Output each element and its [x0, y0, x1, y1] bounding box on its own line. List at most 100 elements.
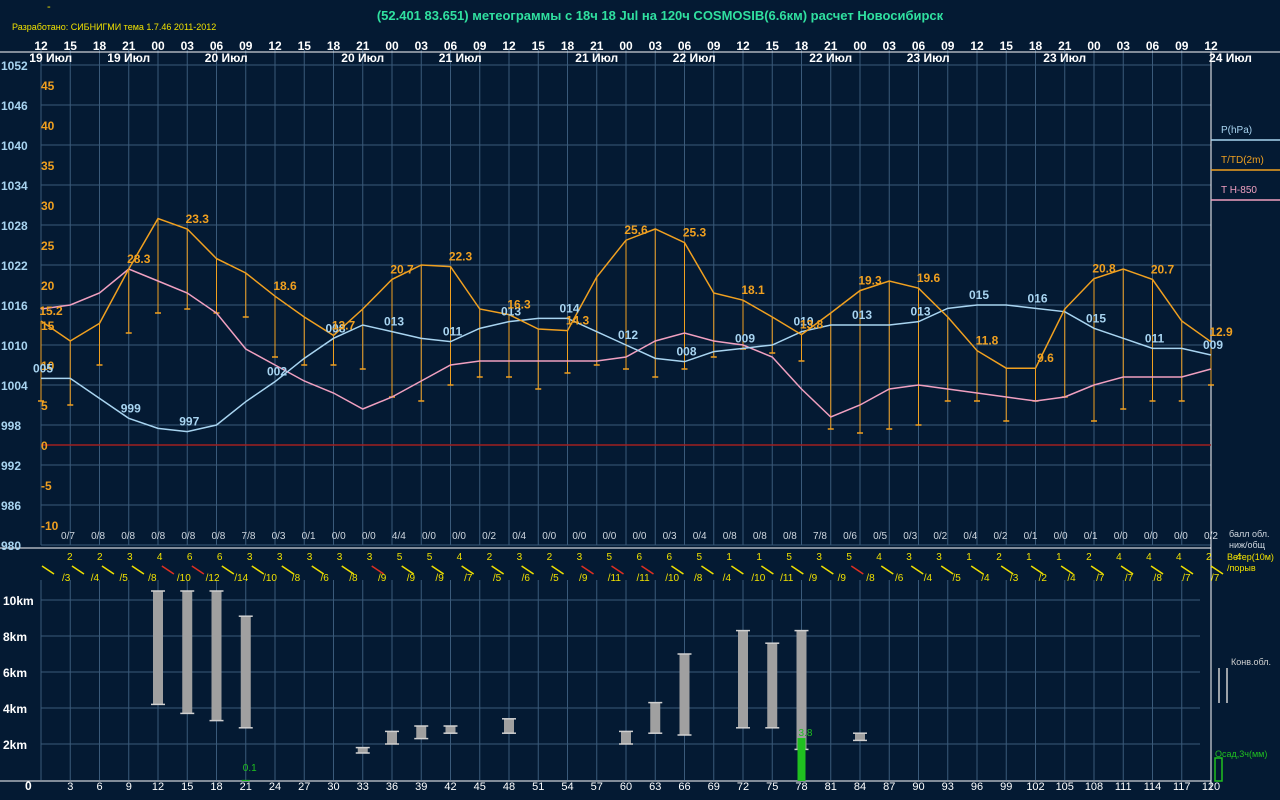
wind-speed-label: 5 [696, 552, 702, 563]
wind-speed-label: 5 [427, 552, 433, 563]
wind-arrow [221, 565, 235, 575]
wind-gust-label: /8 [292, 573, 301, 584]
precip-label: 0.1 [243, 763, 257, 774]
wind-gust-label: /14 [234, 573, 248, 584]
cloud-cover-label: 4/4 [392, 531, 406, 542]
hour-tick-label: 18 [93, 39, 107, 53]
cloud-cover-label: 0/2 [993, 531, 1007, 542]
hour-tick-label: 03 [181, 39, 195, 53]
cloud-cover-label: 0/3 [272, 531, 286, 542]
wind-gust-label: /7 [1096, 573, 1105, 584]
wind-speed-label: 2 [1206, 552, 1212, 563]
wind-gust-label: /4 [1067, 573, 1076, 584]
wind-speed-label: 5 [846, 552, 852, 563]
hour-tick-label: 03 [1117, 39, 1131, 53]
wind-speed-label: 4 [876, 552, 882, 563]
wind-caption: /порыв [1227, 563, 1256, 573]
temp-point-label: 13.8 [800, 318, 824, 332]
hour-step-label: 27 [298, 781, 310, 793]
cloud-bar [211, 591, 222, 721]
hour-step-label: 33 [357, 781, 369, 793]
hour-step-label: 93 [942, 781, 954, 793]
cloud-cover-label: 0/0 [332, 531, 346, 542]
cloud-bar [855, 733, 865, 741]
labels-layer: 12 15 18 21 00 03 06 09 12 15 18 21 00 03 06 09 12 15 18 21… [1, 39, 1280, 793]
cloud-cover-label: 0/5 [873, 531, 887, 542]
wind-arrow [701, 565, 714, 575]
wind-speed-label: 3 [816, 552, 822, 563]
pressure-point-label: 009 [1203, 338, 1223, 352]
temp-tick-label: 30 [41, 199, 55, 213]
hour-step-label: 30 [327, 781, 339, 793]
temp-tick-label: 40 [41, 119, 55, 133]
date-label: 21 Июл [575, 51, 618, 65]
wind-speed-label: 3 [517, 552, 523, 563]
meteogram-chart: 12 15 18 21 00 03 06 09 12 15 18 21 00 03 06 09 12 15 18 21… [0, 1, 1280, 793]
hour-step-label: 45 [474, 781, 486, 793]
wind-arrow [131, 565, 145, 575]
cloud-cover-label: 0/4 [693, 531, 707, 542]
wind-gust-label: /7 [464, 573, 473, 584]
hour-tick-label: 18 [327, 39, 341, 53]
legend-label: T H-850 [1221, 185, 1257, 196]
hour-tick-label: 00 [853, 39, 867, 53]
cloud-cover-label: 0/3 [903, 531, 917, 542]
hour-tick-label: 09 [1175, 39, 1189, 53]
pressure-point-label: 008 [676, 345, 696, 359]
hour-step-label: 18 [210, 781, 222, 793]
temp-point-label: 13.7 [332, 318, 356, 332]
cloud-cover-label: 0/8 [723, 531, 737, 542]
pressure-point-label: 011 [1145, 331, 1165, 345]
wind-speed-label: 4 [157, 552, 163, 563]
hour-tick-label: 15 [532, 39, 546, 53]
precip-label: 3.8 [799, 728, 813, 739]
header-dash: - [47, 1, 51, 13]
pressure-tick-label: 1022 [1, 259, 28, 273]
wind-speed-label: 2 [996, 552, 1002, 563]
wind-arrow [910, 565, 924, 575]
temp-point-label: 28.3 [127, 252, 151, 266]
date-label: 19 Июл [29, 51, 72, 65]
cloud-cover-label: 0/3 [663, 531, 677, 542]
date-label: 23 Июл [1043, 51, 1086, 65]
wind-gust-label: /4 [924, 573, 933, 584]
temp-point-label: 25.3 [683, 226, 707, 240]
pressure-tick-label: 998 [1, 419, 21, 433]
hour-step-label: 54 [561, 781, 573, 793]
wind-speed-label: 3 [337, 552, 343, 563]
wind-speed-label: 3 [367, 552, 373, 563]
wind-arrow [820, 565, 834, 575]
hour-step-label: 9 [126, 781, 132, 793]
pressure-tick-label: 1052 [1, 59, 28, 73]
pressure-point-label: 005 [33, 361, 53, 375]
hour-tick-label: 12 [736, 39, 750, 53]
wind-gust-label: /5 [550, 573, 559, 584]
wind-gust-label: /7 [1211, 573, 1220, 584]
wind-speed-label: 6 [187, 552, 193, 563]
temp-tick-label: 5 [41, 399, 48, 413]
wind-speed-label: 5 [397, 552, 403, 563]
cloud-bar [767, 643, 778, 728]
precip-legend-mark [1214, 757, 1223, 782]
wind-speed-label: 4 [1116, 552, 1122, 563]
legend-label: P(hPa) [1221, 125, 1252, 136]
cloud-cover-caption: балл обл. [1229, 529, 1269, 539]
cloud-cover-label: 0/8 [753, 531, 767, 542]
cloud-cover-label: 0/2 [1204, 531, 1218, 542]
wind-speed-label: 4 [1146, 552, 1152, 563]
wind-speed-label: 3 [127, 552, 133, 563]
hour-step-label: 42 [444, 781, 456, 793]
temp-tick-label: -5 [41, 479, 52, 493]
hour-step-label: 114 [1144, 781, 1162, 793]
hour-tick-label: 00 [385, 39, 399, 53]
wind-gust-label: /4 [91, 573, 100, 584]
pressure-point-label: 013 [384, 315, 404, 329]
temp-point-label: 12.9 [1209, 325, 1233, 339]
cloud-cover-label: 0/0 [1054, 531, 1068, 542]
hour-step-label: 51 [532, 781, 544, 793]
wind-arrow [880, 565, 894, 575]
wind-speed-label: 2 [97, 552, 103, 563]
pressure-point-label: 015 [969, 288, 989, 302]
wind-gust-label: /9 [838, 573, 847, 584]
temp-tick-label: -10 [41, 519, 59, 533]
